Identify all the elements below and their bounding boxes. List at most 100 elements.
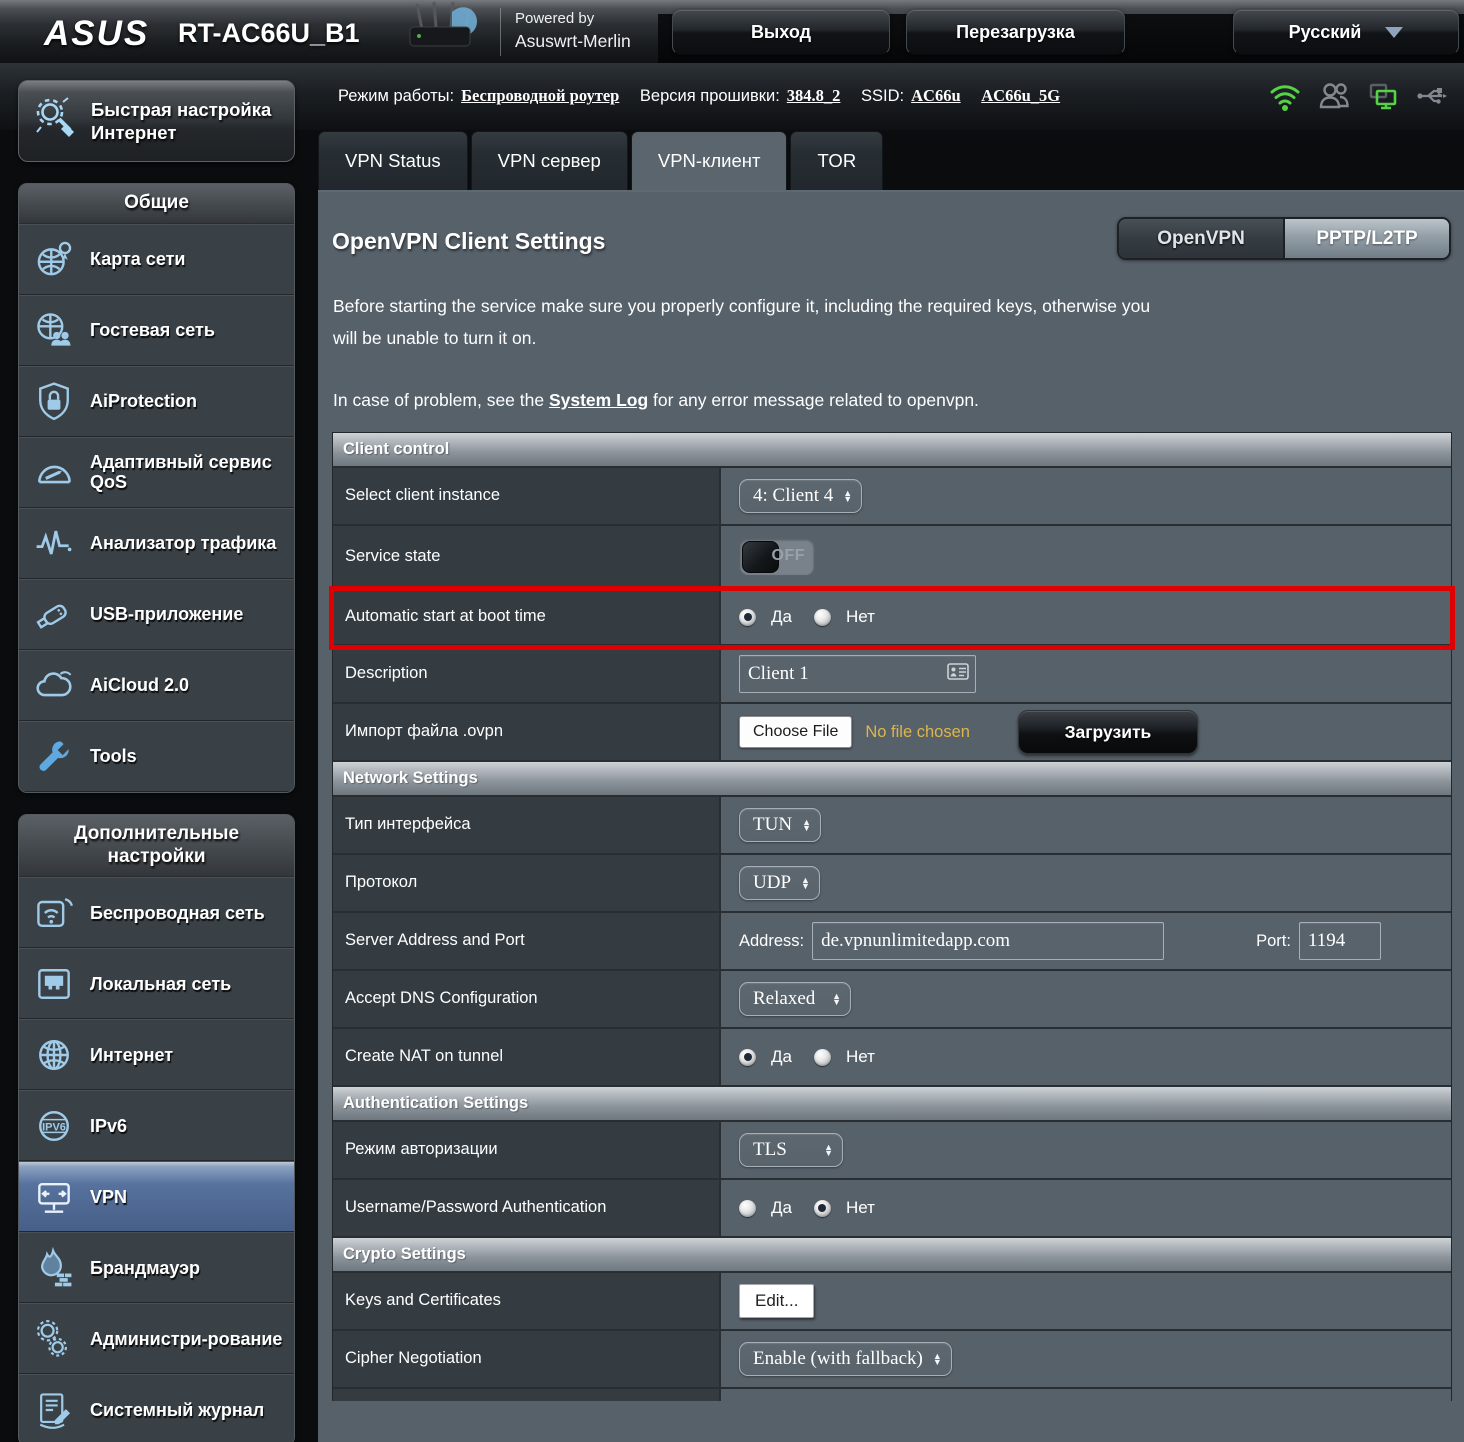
- quick-setup-line2: Интернет: [91, 122, 176, 143]
- address-input[interactable]: [812, 922, 1164, 960]
- nat-yes-radio[interactable]: [739, 1049, 756, 1066]
- description-input[interactable]: [739, 655, 976, 693]
- router-model-title: RT-AC66U_B1: [178, 18, 360, 49]
- client-instance-select[interactable]: 4: Client 4 ▲▼: [739, 479, 862, 513]
- sidebar-item-network-map[interactable]: Карта сети: [19, 224, 294, 295]
- client-instance-value: 4: Client 4: [753, 485, 833, 507]
- sidebar-item-vpn[interactable]: VPN: [19, 1161, 294, 1232]
- firmware-value-link[interactable]: 384.8_2: [787, 86, 841, 105]
- guest-network-icon: [29, 308, 79, 352]
- autostart-no-radio[interactable]: [814, 609, 831, 626]
- autostart-no-label: Нет: [846, 607, 875, 627]
- logout-button[interactable]: Выход: [672, 9, 890, 55]
- qos-gauge-icon: [29, 450, 79, 494]
- powered-by-line: Powered by: [515, 10, 631, 27]
- page-title: OpenVPN Client Settings: [332, 228, 605, 255]
- cipher-label: Cipher Negotiation: [333, 1331, 721, 1387]
- partial-label-cell: [333, 1389, 721, 1401]
- sidebar-item-wireless[interactable]: Беспроводная сеть: [19, 877, 294, 948]
- sidebar-item-guest-network[interactable]: Гостевая сеть: [19, 295, 294, 366]
- asus-logo[interactable]: ASUS: [44, 14, 149, 54]
- ipv6-icon: IPV6: [29, 1104, 79, 1148]
- section-crypto: Crypto Settings: [333, 1238, 1451, 1273]
- sidebar-item-firewall[interactable]: Брандмауэр: [19, 1232, 294, 1303]
- language-label: Русский: [1289, 22, 1362, 43]
- sidebar-quick-setup-button[interactable]: Быстрая настройка Интернет: [18, 80, 295, 162]
- auth-mode-value: TLS: [753, 1139, 787, 1161]
- row-userpass-auth: Username/Password Authentication Да Нет: [333, 1180, 1451, 1238]
- sidebar-item-qos[interactable]: Адаптивный сервис QoS: [19, 437, 294, 508]
- ssid-24-link[interactable]: AC66u: [911, 86, 961, 105]
- tab-vpn-status[interactable]: VPN Status: [318, 131, 468, 190]
- table-row-partial: [333, 1389, 1451, 1401]
- pptp-l2tp-button[interactable]: PPTP/L2TP: [1283, 219, 1449, 258]
- contact-card-icon[interactable]: [947, 663, 969, 685]
- reboot-button[interactable]: Перезагрузка: [906, 9, 1125, 55]
- clients-icon[interactable]: [1316, 78, 1352, 119]
- sidebar-item-aiprotection[interactable]: AiProtection: [19, 366, 294, 437]
- row-import-ovpn: Импорт файла .ovpn Choose File No file c…: [333, 704, 1451, 762]
- protocol-select[interactable]: UDP ▲▼: [739, 866, 820, 900]
- sidebar-item-lan[interactable]: Локальная сеть: [19, 948, 294, 1019]
- sidebar-item-tools[interactable]: Tools: [19, 721, 294, 792]
- sidebar-item-administration[interactable]: Администри-рование: [19, 1303, 294, 1374]
- autostart-yes-label: Да: [771, 607, 792, 627]
- sidebar-item-label: Брандмауэр: [90, 1258, 200, 1279]
- nat-no-radio[interactable]: [814, 1049, 831, 1066]
- userpass-yes-radio[interactable]: [739, 1200, 756, 1217]
- sidebar-item-label: IPv6: [90, 1116, 127, 1137]
- autostart-yes-radio[interactable]: [739, 609, 756, 626]
- admin-gears-icon: [29, 1317, 79, 1361]
- sidebar-item-aicloud[interactable]: AiCloud 2.0: [19, 650, 294, 721]
- upload-button[interactable]: Загрузить: [1018, 710, 1198, 754]
- sidebar-item-label: Анализатор трафика: [90, 533, 276, 554]
- userpass-no-label: Нет: [846, 1198, 875, 1218]
- select-arrows-icon: ▲▼: [802, 819, 811, 832]
- wifi-status-icon[interactable]: [1267, 78, 1303, 119]
- tab-vpn-server[interactable]: VPN сервер: [471, 131, 628, 190]
- top-header: ASUS RT-AC66U_B1 Powered by Asuswrt-Merl…: [0, 0, 1464, 63]
- system-log-link[interactable]: System Log: [549, 390, 648, 410]
- choose-file-button[interactable]: Choose File: [739, 716, 852, 748]
- sidebar-item-ipv6[interactable]: IPV6 IPv6: [19, 1090, 294, 1161]
- cipher-select[interactable]: Enable (with fallback) ▲▼: [739, 1342, 952, 1376]
- userpass-no-radio[interactable]: [814, 1200, 831, 1217]
- port-input[interactable]: [1299, 922, 1381, 960]
- interface-type-value: TUN: [753, 814, 792, 836]
- accept-dns-select[interactable]: Relaxed ▲▼: [739, 982, 851, 1016]
- quick-setup-icon: [31, 93, 79, 150]
- tab-vpn-client[interactable]: VPN-клиент: [631, 131, 788, 190]
- powered-by-block: Powered by Asuswrt-Merlin: [500, 8, 631, 56]
- devices-icon[interactable]: [1365, 78, 1401, 119]
- sidebar-item-label: AiProtection: [90, 391, 197, 412]
- service-state-toggle[interactable]: OFF: [739, 538, 815, 576]
- interface-type-select[interactable]: TUN ▲▼: [739, 808, 821, 842]
- server-address-label: Server Address and Port: [333, 913, 721, 969]
- select-arrows-icon: ▲▼: [824, 1144, 833, 1157]
- mode-label: Режим работы:: [338, 87, 454, 105]
- sidebar-item-label: Tools: [90, 746, 137, 767]
- svg-text:IPV6: IPV6: [42, 1121, 66, 1133]
- sidebar-item-usb-application[interactable]: USB-приложение: [19, 579, 294, 650]
- mode-value-link[interactable]: Беспроводной роутер: [461, 86, 619, 105]
- sidebar-item-traffic-analyzer[interactable]: Анализатор трафика: [19, 508, 294, 579]
- sidebar-item-internet[interactable]: Интернет: [19, 1019, 294, 1090]
- tab-tor[interactable]: TOR: [790, 131, 883, 190]
- nat-no-label: Нет: [846, 1047, 875, 1067]
- quick-setup-label: Быстрая настройка Интернет: [91, 98, 271, 144]
- row-service-state: Service state OFF: [333, 526, 1451, 590]
- ssid-5-link[interactable]: AC66u_5G: [981, 86, 1060, 105]
- keys-certs-label: Keys and Certificates: [333, 1273, 721, 1329]
- edit-keys-button[interactable]: Edit...: [739, 1284, 814, 1318]
- sidebar-item-label: AiCloud 2.0: [90, 675, 189, 696]
- auth-mode-select[interactable]: TLS ▲▼: [739, 1133, 843, 1167]
- section-network-settings: Network Settings: [333, 762, 1451, 797]
- sidebar: Быстрая настройка Интернет Общие Карта с…: [18, 80, 295, 1442]
- select-arrows-icon: ▲▼: [933, 1353, 942, 1366]
- row-interface-type: Тип интерфейса TUN ▲▼: [333, 797, 1451, 855]
- section-client-control: Client control: [333, 433, 1451, 468]
- openvpn-button[interactable]: OpenVPN: [1119, 219, 1283, 258]
- language-select[interactable]: Русский: [1233, 9, 1459, 55]
- sidebar-item-system-log[interactable]: Системный журнал: [19, 1374, 294, 1442]
- usb-icon[interactable]: [1414, 78, 1450, 119]
